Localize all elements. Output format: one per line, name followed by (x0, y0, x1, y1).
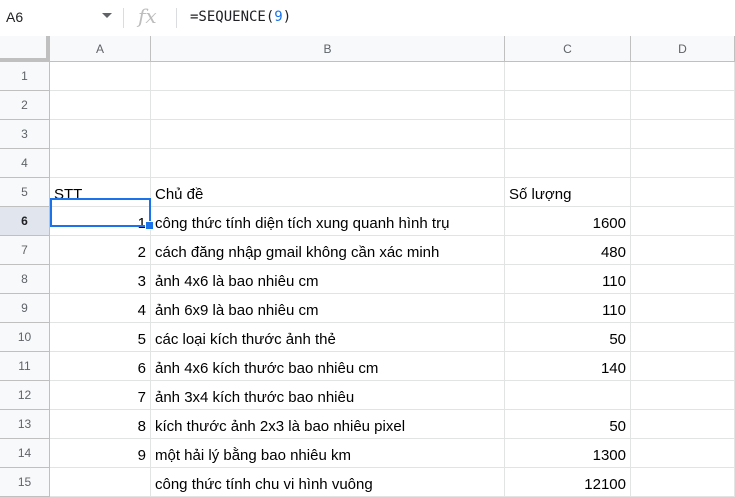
fill-handle[interactable] (145, 221, 154, 230)
cell-c2[interactable] (505, 91, 631, 120)
cell-b8[interactable]: ảnh 4x6 là bao nhiêu cm (151, 265, 505, 294)
cell-c5[interactable]: Số lượng (505, 178, 631, 207)
row-header-2[interactable]: 2 (0, 91, 50, 120)
cell-b13[interactable]: kích thước ảnh 2x3 là bao nhiêu pixel (151, 410, 505, 439)
cell-a8[interactable]: 3 (50, 265, 151, 294)
cell-d4[interactable] (631, 149, 735, 178)
cell-a15[interactable] (50, 468, 151, 497)
cell-b9[interactable]: ảnh 6x9 là bao nhiêu cm (151, 294, 505, 323)
row-header-6[interactable]: 6 (0, 207, 50, 236)
cell-c15[interactable]: 12100 (505, 468, 631, 497)
cell-a3[interactable] (50, 120, 151, 149)
formula-input[interactable]: =SEQUENCE(9) (190, 9, 291, 25)
cell-b3[interactable] (151, 120, 505, 149)
select-all-corner[interactable] (0, 36, 50, 62)
cell-d8[interactable] (631, 265, 735, 294)
cell-d10[interactable] (631, 323, 735, 352)
row-header-15[interactable]: 15 (0, 468, 50, 497)
column-header-a[interactable]: A (50, 36, 151, 62)
cell-d13[interactable] (631, 410, 735, 439)
cell-d9[interactable] (631, 294, 735, 323)
cell-a11[interactable]: 6 (50, 352, 151, 381)
cell-b14[interactable]: một hải lý bằng bao nhiêu km (151, 439, 505, 468)
cell-c11[interactable]: 140 (505, 352, 631, 381)
column-header-b[interactable]: B (151, 36, 505, 62)
cell-b6[interactable]: công thức tính diện tích xung quanh hình… (151, 207, 505, 236)
cell-b2[interactable] (151, 91, 505, 120)
cell-c4[interactable] (505, 149, 631, 178)
divider (176, 8, 177, 28)
cell-d11[interactable] (631, 352, 735, 381)
cell-b4[interactable] (151, 149, 505, 178)
formula-suffix: ) (282, 9, 292, 25)
cell-c14[interactable]: 1300 (505, 439, 631, 468)
divider (123, 8, 124, 28)
cell-d6[interactable] (631, 207, 735, 236)
row-header-11[interactable]: 11 (0, 352, 50, 381)
row-header-12[interactable]: 12 (0, 381, 50, 410)
cell-a6[interactable]: 1 (50, 207, 151, 236)
cell-b7[interactable]: cách đăng nhập gmail không cần xác minh (151, 236, 505, 265)
cell-b10[interactable]: các loại kích thước ảnh thẻ (151, 323, 505, 352)
cell-c9[interactable]: 110 (505, 294, 631, 323)
cell-a12[interactable]: 7 (50, 381, 151, 410)
row-header-5[interactable]: 5 (0, 178, 50, 207)
cell-a14[interactable]: 9 (50, 439, 151, 468)
cell-c7[interactable]: 480 (505, 236, 631, 265)
fx-icon: fx (138, 4, 157, 28)
formula-prefix: =SEQUENCE( (190, 9, 275, 25)
row-header-7[interactable]: 7 (0, 236, 50, 265)
cell-d14[interactable] (631, 439, 735, 468)
cell-a13[interactable]: 8 (50, 410, 151, 439)
cell-a7[interactable]: 2 (50, 236, 151, 265)
name-box[interactable]: A6 (0, 0, 120, 36)
row-header-14[interactable]: 14 (0, 439, 50, 468)
cell-c6[interactable]: 1600 (505, 207, 631, 236)
row-header-4[interactable]: 4 (0, 149, 50, 178)
row-header-9[interactable]: 9 (0, 294, 50, 323)
cell-d12[interactable] (631, 381, 735, 410)
cell-c13[interactable]: 50 (505, 410, 631, 439)
cell-a4[interactable] (50, 149, 151, 178)
cell-c3[interactable] (505, 120, 631, 149)
column-header-c[interactable]: C (505, 36, 631, 62)
cell-b11[interactable]: ảnh 4x6 kích thước bao nhiêu cm (151, 352, 505, 381)
formula-bar: A6 fx =SEQUENCE(9) (0, 0, 735, 37)
cell-b15[interactable]: công thức tính chu vi hình vuông (151, 468, 505, 497)
cell-d7[interactable] (631, 236, 735, 265)
cell-c10[interactable]: 50 (505, 323, 631, 352)
cell-d15[interactable] (631, 468, 735, 497)
cell-b12[interactable]: ảnh 3x4 kích thước bao nhiêu (151, 381, 505, 410)
row-header-10[interactable]: 10 (0, 323, 50, 352)
cell-b5[interactable]: Chủ đề (151, 178, 505, 207)
cell-a10[interactable]: 5 (50, 323, 151, 352)
row-header-8[interactable]: 8 (0, 265, 50, 294)
cell-a1[interactable] (50, 62, 151, 91)
chevron-down-icon[interactable] (102, 13, 112, 18)
cell-b1[interactable] (151, 62, 505, 91)
cell-d5[interactable] (631, 178, 735, 207)
cell-c8[interactable]: 110 (505, 265, 631, 294)
formula-argument: 9 (274, 9, 283, 25)
cell-a5[interactable]: STT (50, 178, 151, 207)
cell-a2[interactable] (50, 91, 151, 120)
column-header-d[interactable]: D (631, 36, 735, 62)
cell-c12[interactable] (505, 381, 631, 410)
row-header-1[interactable]: 1 (0, 62, 50, 91)
cell-d3[interactable] (631, 120, 735, 149)
cell-d2[interactable] (631, 91, 735, 120)
cell-a9[interactable]: 4 (50, 294, 151, 323)
row-header-3[interactable]: 3 (0, 120, 50, 149)
row-header-13[interactable]: 13 (0, 410, 50, 439)
cell-d1[interactable] (631, 62, 735, 91)
cell-c1[interactable] (505, 62, 631, 91)
name-box-value: A6 (6, 9, 24, 25)
